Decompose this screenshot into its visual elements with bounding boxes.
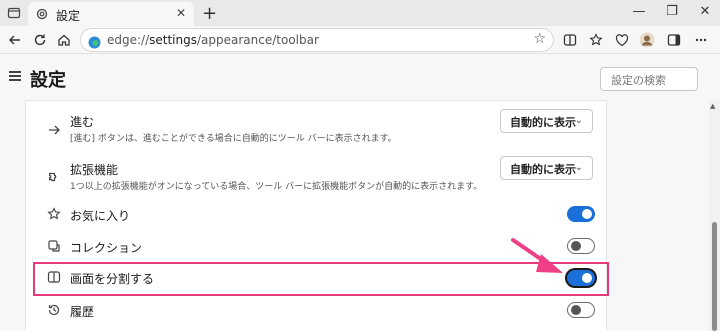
edge-logo-icon bbox=[88, 34, 101, 53]
gear-icon bbox=[34, 6, 50, 22]
setting-title: お気に入り bbox=[70, 209, 131, 223]
extensions-visibility-dropdown[interactable]: 自動的に表示 ⌄ bbox=[500, 156, 593, 180]
favorites-icon[interactable] bbox=[587, 31, 605, 49]
page-scrollbar[interactable]: ▲ bbox=[709, 100, 720, 331]
favorite-star-icon[interactable]: ☆ bbox=[533, 31, 546, 47]
address-text: edge://settings/appearance/toolbar bbox=[107, 33, 319, 47]
split-screen-toolbar-icon[interactable] bbox=[561, 31, 579, 49]
restore-button[interactable]: ❐ bbox=[663, 4, 681, 19]
collections-icon bbox=[46, 238, 62, 254]
back-button[interactable] bbox=[6, 31, 24, 49]
toolbar-settings-panel: 進む [進む] ボタンは、進むことができる場合に自動的にツール バーに表示されま… bbox=[25, 100, 607, 331]
setting-title: 拡張機能 bbox=[70, 163, 119, 177]
tab-title: 設定 bbox=[56, 9, 81, 23]
forward-arrow-icon bbox=[46, 122, 62, 138]
setting-title: 進む bbox=[70, 115, 95, 129]
address-bar[interactable]: edge://settings/appearance/toolbar ☆ bbox=[80, 28, 554, 52]
setting-description: 1つ以上の拡張機能がオンになっている場合、ツール バーに拡張機能ボタンが自動的に… bbox=[70, 182, 483, 192]
tab-close-icon[interactable]: ✕ bbox=[176, 6, 186, 20]
setting-description: [進む] ボタンは、進むことができる場合に自動的にツール バーに表示されます。 bbox=[70, 134, 397, 144]
star-icon bbox=[46, 206, 62, 222]
settings-header: 設定 設定の検索 bbox=[0, 55, 720, 99]
scrollbar-thumb[interactable] bbox=[712, 222, 717, 331]
profile-avatar[interactable] bbox=[638, 31, 656, 49]
sidebar-toggle-icon[interactable] bbox=[665, 31, 683, 49]
window-close-button[interactable]: ✕ bbox=[696, 4, 714, 19]
more-options-icon[interactable] bbox=[692, 31, 710, 49]
navigation-bar: edge://settings/appearance/toolbar ☆ bbox=[0, 26, 720, 54]
annotation-arrow-icon bbox=[511, 238, 563, 273]
minimize-button[interactable]: — bbox=[630, 4, 648, 19]
favorites-toggle[interactable] bbox=[567, 206, 595, 222]
puzzle-piece-icon bbox=[46, 170, 62, 186]
chevron-down-icon: ⌄ bbox=[574, 162, 583, 173]
refresh-button[interactable] bbox=[31, 31, 49, 49]
chevron-down-icon: ⌄ bbox=[574, 115, 583, 126]
new-tab-button[interactable]: + bbox=[202, 3, 217, 24]
tab-actions-icon[interactable] bbox=[6, 5, 22, 21]
menu-icon[interactable] bbox=[9, 71, 21, 81]
scroll-up-icon[interactable]: ▲ bbox=[710, 102, 715, 110]
title-bar: 設定 ✕ + — ❐ ✕ bbox=[0, 0, 720, 26]
history-toggle[interactable] bbox=[567, 302, 595, 318]
tab-settings[interactable]: 設定 ✕ bbox=[28, 2, 194, 26]
setting-title: コレクション bbox=[70, 241, 143, 255]
settings-search-input[interactable]: 設定の検索 bbox=[600, 67, 698, 91]
browser-essentials-icon[interactable] bbox=[613, 31, 631, 49]
page-title: 設定 bbox=[30, 70, 66, 91]
forward-visibility-dropdown[interactable]: 自動的に表示 ⌄ bbox=[500, 109, 593, 133]
collections-toggle[interactable] bbox=[567, 238, 595, 254]
history-icon bbox=[46, 302, 62, 318]
setting-title: 履歴 bbox=[70, 305, 95, 319]
home-button[interactable] bbox=[55, 31, 73, 49]
